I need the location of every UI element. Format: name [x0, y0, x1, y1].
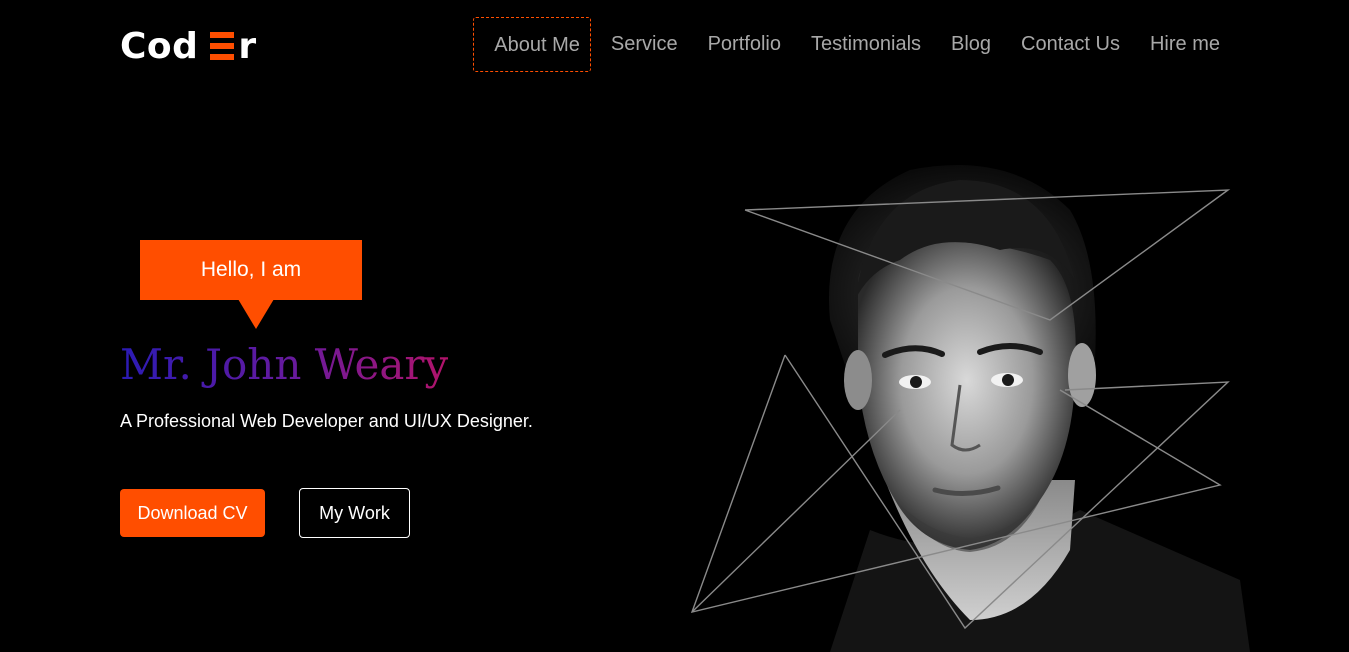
- greeting-bubble: Hello, I am: [140, 240, 362, 329]
- nav-item-testimonials[interactable]: Testimonials: [796, 17, 936, 72]
- hero-name: Mr. John Weary: [120, 340, 449, 389]
- my-work-button[interactable]: My Work: [299, 488, 410, 538]
- hero-tagline: A Professional Web Developer and UI/UX D…: [120, 411, 533, 431]
- download-cv-button[interactable]: Download CV: [120, 489, 265, 537]
- nav-item-portfolio[interactable]: Portfolio: [693, 17, 796, 72]
- site-logo[interactable]: Cod r: [120, 24, 257, 68]
- nav-item-service[interactable]: Service: [596, 17, 693, 72]
- nav-item-contact-us[interactable]: Contact Us: [1006, 17, 1135, 72]
- logo-text-left: Cod: [120, 25, 199, 67]
- profile-portrait-image: [690, 165, 1250, 652]
- nav-item-about-me[interactable]: About Me: [473, 17, 591, 72]
- nav-item-hire-me[interactable]: Hire me: [1135, 17, 1235, 72]
- three-bar-e-icon: [210, 32, 235, 60]
- logo-text-right: r: [238, 25, 257, 67]
- nav-item-blog[interactable]: Blog: [936, 17, 1006, 72]
- main-nav: About Me Service Portfolio Testimonials …: [473, 17, 1235, 72]
- page: Cod r About Me Service Portfolio Testimo…: [0, 0, 1349, 652]
